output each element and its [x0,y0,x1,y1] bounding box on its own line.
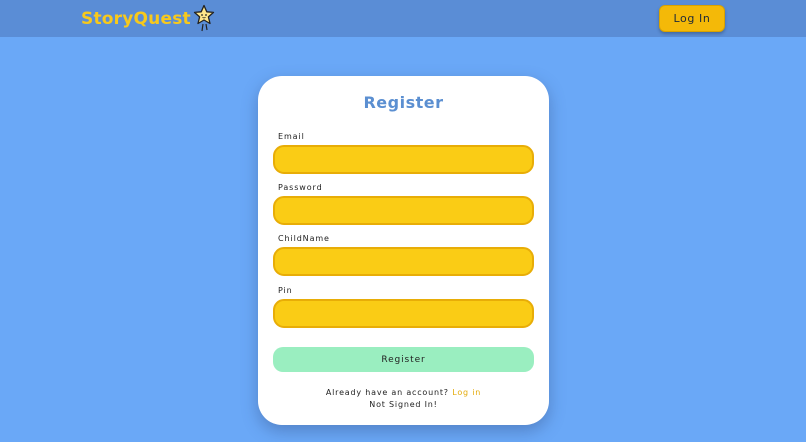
login-button[interactable]: Log In [659,5,725,32]
logo[interactable]: StoryQuest [81,4,215,32]
email-field[interactable] [273,145,534,174]
account-prompt-line: Already have an account? Log in [258,388,549,397]
email-label: Email [278,132,305,141]
register-button[interactable]: Register [273,347,534,372]
star-icon [193,4,214,32]
navbar: StoryQuest Log In [0,0,806,37]
pin-field[interactable] [273,299,534,328]
register-card: Register Email Password ChildName Pin Re… [258,76,549,425]
password-label: Password [278,183,323,192]
child-name-label: ChildName [278,234,330,243]
page-title: Register [363,93,444,112]
logo-text: StoryQuest [81,9,191,29]
pin-label: Pin [278,286,293,295]
login-link[interactable]: Log in [452,388,481,397]
child-name-field[interactable] [273,247,534,276]
password-field[interactable] [273,196,534,225]
account-prompt-text: Already have an account? [325,388,449,397]
status-text: Not Signed In! [369,400,438,409]
